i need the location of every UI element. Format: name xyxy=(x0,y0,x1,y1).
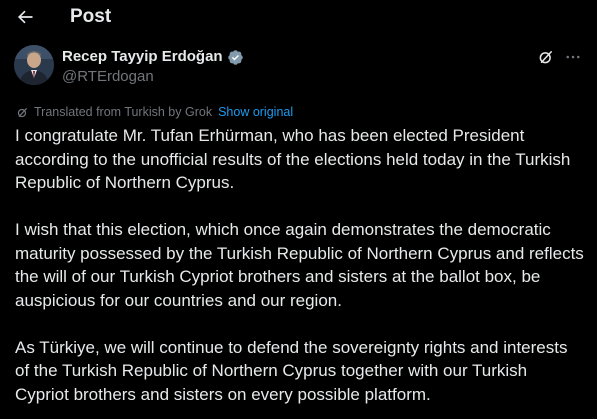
author-display-name[interactable]: Recep Tayyip Erdoğan xyxy=(62,48,223,66)
arrow-left-icon xyxy=(17,10,33,24)
verified-badge-icon xyxy=(227,49,244,66)
show-original-link[interactable]: Show original xyxy=(218,104,293,120)
post-paragraph: As Türkiye, we will continue to defend t… xyxy=(15,337,568,404)
post-paragraph: I wish that this election, which once ag… xyxy=(15,220,584,310)
back-button[interactable] xyxy=(14,6,36,28)
post-paragraph: I congratulate Mr. Tufan Erhürman, who h… xyxy=(15,126,571,192)
translation-note: Translated from Turkish by Grok Show ori… xyxy=(16,104,293,120)
grok-icon xyxy=(539,51,552,64)
post-text: I congratulate Mr. Tufan Erhürman, who h… xyxy=(15,124,585,419)
more-button[interactable] xyxy=(562,47,584,67)
author-handle[interactable]: @RTErdogan xyxy=(62,68,154,86)
more-horizontal-icon xyxy=(566,55,580,59)
top-bar: Post xyxy=(0,0,597,34)
post-page: Post Recep Tayyip Erdoğan @RTErdogan Tra… xyxy=(0,0,597,419)
avatar[interactable] xyxy=(14,45,54,85)
page-title: Post xyxy=(70,6,112,27)
grok-icon xyxy=(16,106,29,119)
grok-button[interactable] xyxy=(536,47,556,67)
post-author: Recep Tayyip Erdoğan @RTErdogan xyxy=(14,45,584,89)
translation-label: Translated from Turkish by Grok xyxy=(34,105,213,119)
avatar-image xyxy=(14,45,54,85)
